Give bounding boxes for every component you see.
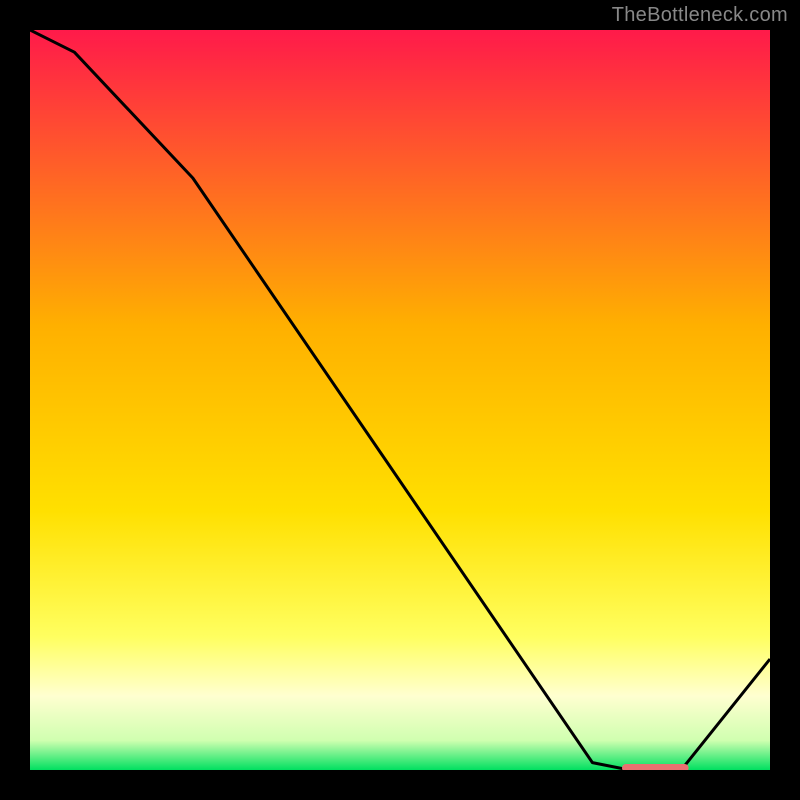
chart-container: TheBottleneck.com [0,0,800,800]
chart-svg [30,30,770,770]
gradient-background [30,30,770,770]
optimal-range-marker [622,764,689,770]
watermark-text: TheBottleneck.com [612,4,788,27]
plot-area [30,30,770,770]
